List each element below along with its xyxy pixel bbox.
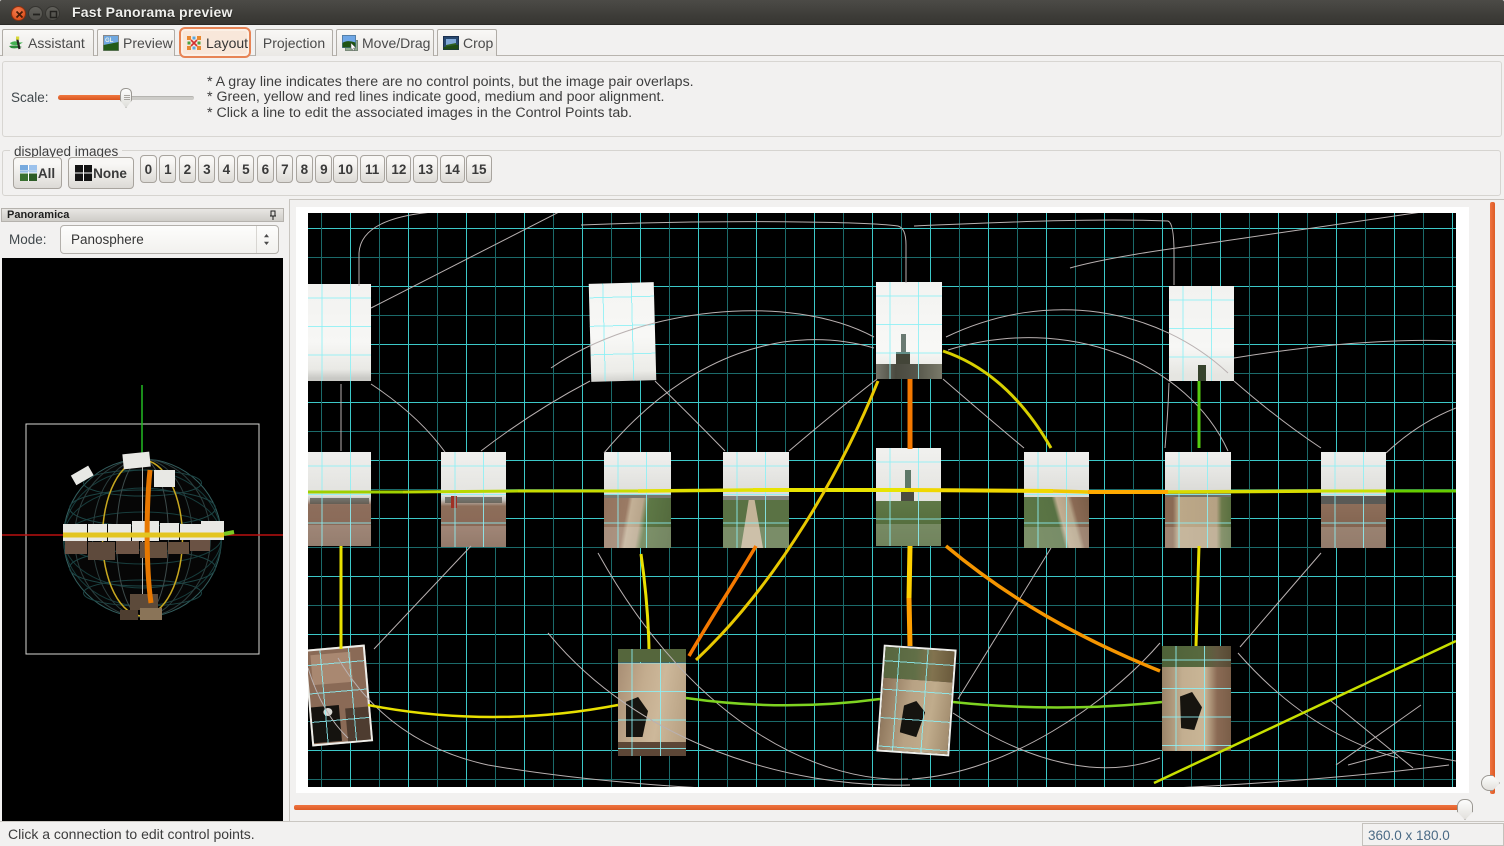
svg-text:GL: GL (105, 38, 114, 44)
